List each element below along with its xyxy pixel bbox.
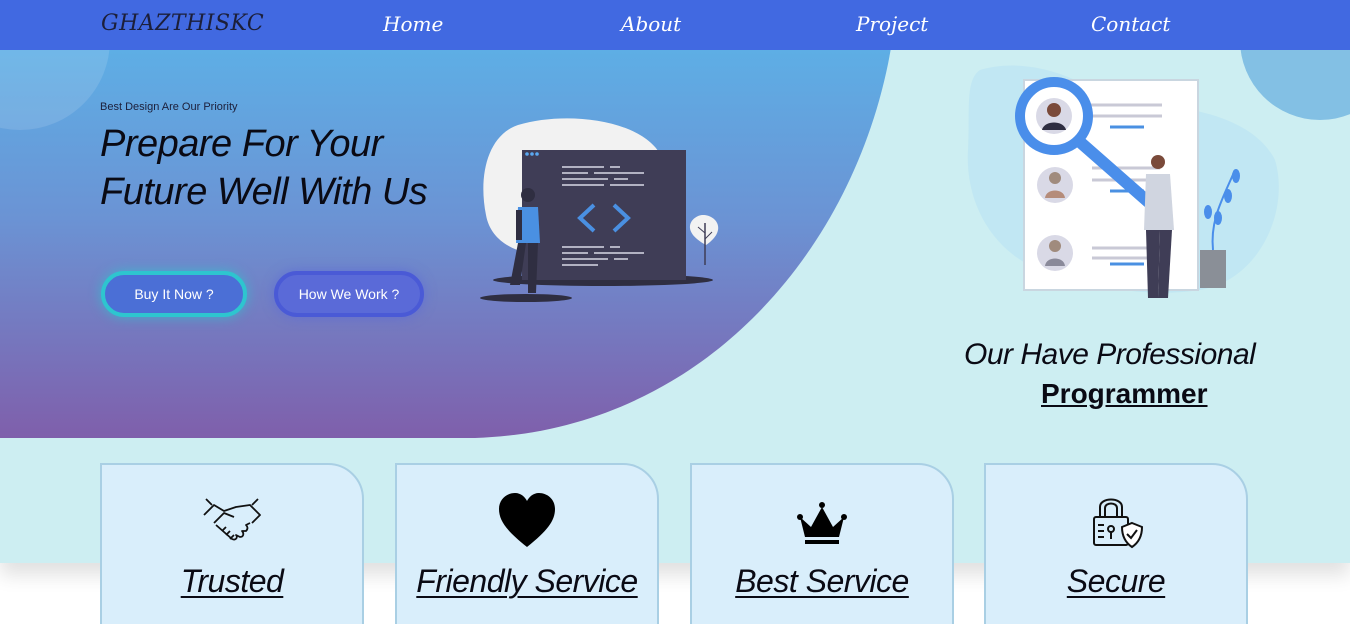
how-we-work-button[interactable]: How We Work ? xyxy=(274,271,424,317)
page: GHAZTHISKC Home About Project Contact Be… xyxy=(0,0,1350,624)
brand-logo[interactable]: GHAZTHISKC xyxy=(101,11,264,36)
nav-about[interactable]: About xyxy=(621,12,681,36)
feature-card-best-service: Best Service xyxy=(690,463,954,624)
feature-title-trusted: Trusted xyxy=(180,563,284,599)
nav-home[interactable]: Home xyxy=(383,12,443,36)
feature-title-secure: Secure xyxy=(1066,563,1166,599)
programmer-illustration xyxy=(967,65,1279,298)
programmer-heading-line2: Programmer xyxy=(1041,378,1208,409)
padlock-shield-icon xyxy=(1093,498,1144,549)
navbar: GHAZTHISKC Home About Project Contact xyxy=(0,0,1350,50)
programmer-heading-line1: Our Have Professional xyxy=(964,338,1256,371)
coding-illustration xyxy=(480,118,719,302)
hero-title: Prepare For Your Future Well With Us xyxy=(100,123,428,213)
feature-title-best-service: Best Service xyxy=(735,563,909,599)
feature-card-secure: Secure xyxy=(984,463,1248,624)
crown-icon xyxy=(797,502,847,544)
nav-contact[interactable]: Contact xyxy=(1091,12,1170,36)
feature-title-friendly-service: Friendly Service xyxy=(416,563,638,599)
feature-card-friendly-service: Friendly Service xyxy=(395,463,659,624)
handshake-icon xyxy=(203,498,261,541)
heart-icon xyxy=(499,493,555,547)
nav-project[interactable]: Project xyxy=(856,12,928,36)
buy-now-button[interactable]: Buy It Now ? xyxy=(101,271,247,317)
hero-subtitle: Best Design Are Our Priority xyxy=(100,101,238,113)
feature-card-trusted: Trusted xyxy=(100,463,364,624)
